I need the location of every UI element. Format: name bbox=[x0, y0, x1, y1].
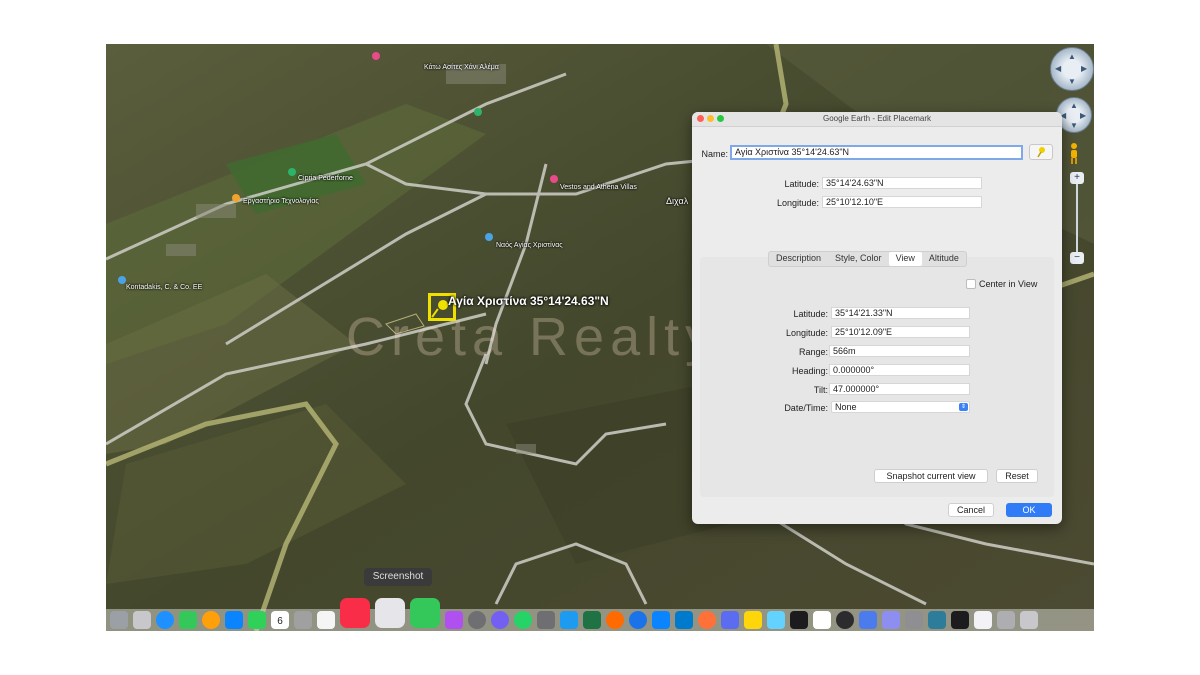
mail-icon[interactable] bbox=[652, 611, 670, 629]
tab-panel bbox=[700, 257, 1054, 497]
photos-icon[interactable] bbox=[202, 611, 220, 629]
twitter-icon[interactable] bbox=[560, 611, 578, 629]
terminal-icon[interactable] bbox=[790, 611, 808, 629]
zoom-slider[interactable]: + − bbox=[1070, 172, 1084, 264]
longitude-field[interactable]: 25°10'12.10"E bbox=[822, 196, 982, 208]
screenshot-app-icon[interactable] bbox=[375, 598, 405, 628]
calculator-icon[interactable] bbox=[537, 611, 555, 629]
facetime-icon[interactable] bbox=[248, 611, 266, 629]
watermark: Creta Realty bbox=[346, 307, 719, 367]
map-poi-icon[interactable] bbox=[288, 168, 296, 176]
dialog-title: Google Earth - Edit Placemark bbox=[822, 114, 932, 123]
utility-icon[interactable] bbox=[905, 611, 923, 629]
select-stepper-icon: ⇕ bbox=[959, 403, 968, 411]
folder-icon[interactable] bbox=[997, 611, 1015, 629]
preview-icon[interactable] bbox=[882, 611, 900, 629]
excel-icon[interactable] bbox=[583, 611, 601, 629]
reminders-icon[interactable] bbox=[317, 611, 335, 629]
range-label: Range: bbox=[798, 347, 828, 357]
map-poi-icon[interactable] bbox=[550, 175, 558, 183]
latitude-field[interactable]: 35°14'24.63"N bbox=[822, 177, 982, 189]
search-app-icon[interactable] bbox=[629, 611, 647, 629]
messages-icon[interactable] bbox=[179, 611, 197, 629]
firefox-icon[interactable] bbox=[698, 611, 716, 629]
activity-monitor-icon[interactable] bbox=[836, 611, 854, 629]
center-in-view-label: Center in View bbox=[979, 279, 1038, 289]
datetime-label: Date/Time: bbox=[784, 403, 828, 413]
whatsapp-icon[interactable] bbox=[514, 611, 532, 629]
datetime-value: None bbox=[835, 402, 857, 412]
map-label: Vestos and Athena Villas bbox=[560, 184, 637, 191]
calendar-icon[interactable]: 6 bbox=[271, 611, 289, 629]
map-label: Διχαλ bbox=[666, 196, 689, 206]
heading-label: Heading: bbox=[791, 366, 828, 376]
document-icon[interactable] bbox=[974, 611, 992, 629]
editor-icon[interactable] bbox=[859, 611, 877, 629]
v2-app-icon[interactable] bbox=[721, 611, 739, 629]
map-poi-icon[interactable] bbox=[474, 108, 482, 116]
snapshot-current-view-button[interactable]: Snapshot current view bbox=[874, 469, 988, 483]
map-poi-icon[interactable] bbox=[485, 233, 493, 241]
latitude-label: Latitude: bbox=[784, 179, 819, 189]
pushpin-icon bbox=[1037, 147, 1045, 158]
longitude-label: Longitude: bbox=[776, 198, 819, 208]
map-label: Kontadakis, C. & Co. EE bbox=[126, 284, 203, 291]
browser-icon[interactable] bbox=[606, 611, 624, 629]
trash-icon[interactable] bbox=[1020, 611, 1038, 629]
notes-yellow-icon[interactable] bbox=[744, 611, 762, 629]
tab-view[interactable]: View bbox=[888, 252, 922, 266]
range-field[interactable]: 566m bbox=[829, 345, 970, 357]
numbers-icon[interactable] bbox=[410, 598, 440, 628]
dialog-titlebar[interactable]: Google Earth - Edit Placemark bbox=[692, 112, 1062, 127]
app-store-icon[interactable] bbox=[225, 611, 243, 629]
viber-icon[interactable] bbox=[491, 611, 509, 629]
r-app-icon[interactable] bbox=[813, 611, 831, 629]
vscode-icon[interactable] bbox=[675, 611, 693, 629]
placemark-icon-button[interactable] bbox=[1029, 144, 1053, 160]
tilt-field[interactable]: 47.000000° bbox=[829, 383, 970, 395]
tab-style-color[interactable]: Style, Color bbox=[828, 252, 889, 266]
safari-icon[interactable] bbox=[156, 611, 174, 629]
view-latitude-field[interactable]: 35°14'21.33"N bbox=[831, 307, 970, 319]
view-latitude-label: Latitude: bbox=[793, 309, 828, 319]
ok-button[interactable]: OK bbox=[1006, 503, 1052, 517]
map-label: Εργαστήριο Τεχνολογίας bbox=[243, 198, 319, 205]
apple-tv-icon[interactable] bbox=[951, 611, 969, 629]
pegman-icon[interactable] bbox=[1068, 142, 1080, 164]
zoom-out-button[interactable]: − bbox=[1070, 252, 1084, 264]
center-in-view-checkbox[interactable] bbox=[966, 279, 976, 289]
datetime-select[interactable]: None ⇕ bbox=[831, 401, 970, 413]
name-field[interactable]: Αγία Χριστίνα 35°14'24.63"N bbox=[730, 145, 1023, 160]
tab-description[interactable]: Description bbox=[769, 252, 828, 266]
screenshot-tooltip: Screenshot bbox=[364, 568, 432, 586]
tilt-label: Tilt: bbox=[813, 385, 828, 395]
edit-placemark-dialog: Google Earth - Edit Placemark Name: Αγία… bbox=[692, 112, 1062, 524]
name-label: Name: bbox=[701, 149, 728, 159]
map-label: Cipria Pederforne bbox=[298, 175, 353, 182]
maps-icon[interactable] bbox=[767, 611, 785, 629]
earth-icon[interactable] bbox=[928, 611, 946, 629]
tab-bar: Description Style, Color View Altitude bbox=[768, 251, 967, 267]
zoom-in-button[interactable]: + bbox=[1070, 172, 1084, 184]
map-label: Κάτω Ασίτες Χάνι Αλέμα bbox=[424, 64, 499, 71]
podcasts-icon[interactable] bbox=[445, 611, 463, 629]
map-poi-icon[interactable] bbox=[232, 194, 240, 202]
heading-field[interactable]: 0.000000° bbox=[829, 364, 970, 376]
tab-altitude[interactable]: Altitude bbox=[922, 252, 966, 266]
notes-icon[interactable] bbox=[294, 611, 312, 629]
finder-icon[interactable] bbox=[110, 611, 128, 629]
view-longitude-field[interactable]: 25°10'12.09"E bbox=[831, 326, 970, 338]
map-poi-icon[interactable] bbox=[372, 52, 380, 60]
music-icon[interactable] bbox=[340, 598, 370, 628]
map-poi-icon[interactable] bbox=[118, 276, 126, 284]
macos-dock: 6 bbox=[106, 598, 1094, 631]
reset-button[interactable]: Reset bbox=[996, 469, 1038, 483]
look-navigation-control[interactable]: ▲ ▼ ◀ ▶ bbox=[1050, 47, 1094, 91]
settings-icon[interactable] bbox=[468, 611, 486, 629]
cancel-button[interactable]: Cancel bbox=[948, 503, 994, 517]
view-longitude-label: Longitude: bbox=[785, 328, 828, 338]
map-label: Ναός Αγίας Χριστίνας bbox=[496, 242, 563, 249]
launchpad-icon[interactable] bbox=[133, 611, 151, 629]
